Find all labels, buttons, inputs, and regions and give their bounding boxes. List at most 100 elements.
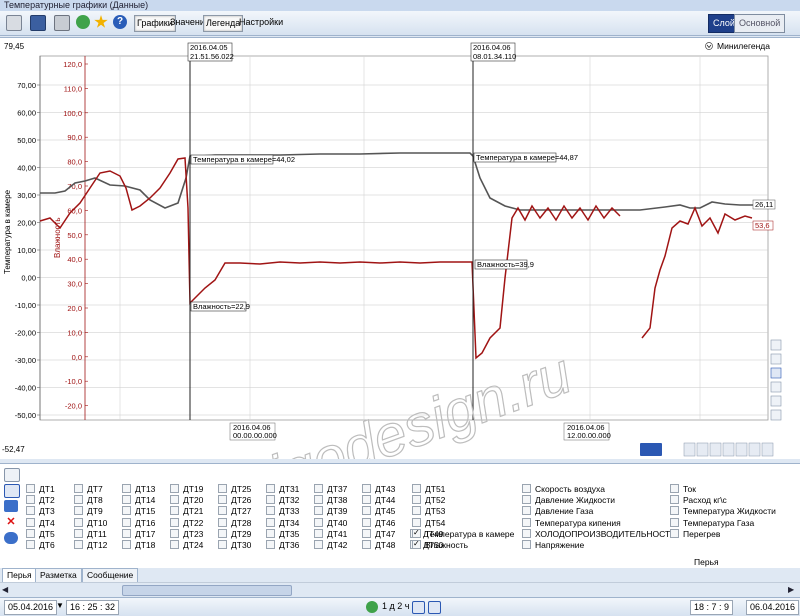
history-forward-icon[interactable] [428,601,441,614]
date-from-dropdown-icon[interactable]: ▼ [56,601,64,610]
checkbox-box[interactable] [122,506,131,516]
channel-checkbox[interactable]: ДТ22 [170,517,203,529]
channel-checkbox[interactable]: Влажность [412,538,468,551]
channel-checkbox[interactable]: ДТ47 [362,528,395,540]
tab-markup[interactable]: Разметка [35,568,82,583]
scroll-left-icon[interactable]: ◀ [2,586,10,594]
channel-checkbox[interactable]: Напряжение [522,540,584,551]
checkbox-box[interactable] [314,484,323,493]
zoom-in-small-icon[interactable] [735,442,748,457]
checkbox-box[interactable] [218,540,227,549]
scroll-right-icon[interactable]: ▶ [788,586,796,594]
prev-page-icon[interactable] [696,442,709,457]
checkbox-box[interactable] [412,506,421,516]
checkbox-box[interactable] [522,484,531,493]
channel-checkbox[interactable]: ДТ10 [74,517,107,529]
add-icon[interactable] [4,500,18,512]
channel-checkbox[interactable]: ДТ12 [74,540,107,551]
undo-zoom-icon[interactable] [709,442,722,457]
checkbox-box[interactable] [412,527,421,538]
channel-checkbox[interactable]: Расход кг\с [670,495,727,506]
channel-checkbox[interactable]: ДТ11 [74,528,107,540]
channel-checkbox[interactable]: ДТ39 [314,506,347,517]
checkbox-box[interactable] [218,517,227,527]
checkbox-box[interactable] [26,540,35,549]
minilegend-toggle-icon[interactable] [705,42,713,50]
checkbox-box[interactable] [122,495,131,505]
checkbox-box[interactable] [522,495,531,505]
checkbox-box[interactable] [362,528,371,538]
channel-checkbox[interactable]: ДТ15 [122,506,155,517]
checkbox-box[interactable] [170,540,179,549]
list-view-icon[interactable] [4,468,20,482]
zoom-fit-icon[interactable] [770,409,782,421]
channel-checkbox[interactable]: ДТ3 [26,506,55,517]
checkbox-box[interactable] [26,495,35,505]
channel-checkbox[interactable]: ХОЛОДОПРОИЗВОДИТЕЛЬНОСТЬ [522,528,676,540]
checkbox-box[interactable] [362,506,371,516]
checkbox-box[interactable] [362,484,371,493]
checkbox-box[interactable] [362,517,371,527]
channel-checkbox[interactable]: ДТ36 [266,540,299,551]
channel-checkbox[interactable]: ДТ46 [362,517,395,529]
info-icon[interactable] [4,532,18,544]
checkbox-box[interactable] [170,495,179,505]
zoom-out-small-icon[interactable] [748,442,761,457]
channel-checkbox[interactable]: ДТ6 [26,540,55,551]
checkbox-box[interactable] [74,495,83,505]
channel-checkbox[interactable]: ДТ26 [218,495,251,506]
zoom-in-icon[interactable] [770,381,782,393]
checkbox-box[interactable] [522,506,531,516]
channel-checkbox[interactable]: ДТ29 [218,528,251,540]
minilegend-label[interactable]: Минилегенда [717,41,770,51]
channel-checkbox[interactable]: Давление Жидкости [522,495,615,506]
channel-checkbox[interactable]: ДТ37 [314,484,347,495]
channel-checkbox[interactable]: Температура кипения [522,517,621,529]
checkbox-box[interactable] [26,528,35,538]
play-icon[interactable] [366,601,378,613]
checkbox-box[interactable] [74,528,83,538]
checkbox-box[interactable] [266,495,275,505]
channel-checkbox[interactable]: ДТ32 [266,495,299,506]
chart-view-icon[interactable] [6,15,22,31]
checkbox-box[interactable] [412,538,421,549]
channel-checkbox[interactable]: ДТ2 [26,495,55,506]
channel-checkbox[interactable]: ДТ25 [218,484,251,495]
star-icon[interactable] [94,15,108,28]
checkbox-box[interactable] [670,495,679,505]
channel-checkbox[interactable]: ДТ23 [170,528,203,540]
checkbox-box[interactable] [74,540,83,549]
checkbox-box[interactable] [170,484,179,493]
checkbox-box[interactable] [218,506,227,516]
search-icon[interactable] [761,442,774,457]
checkbox-box[interactable] [412,517,421,527]
channel-checkbox[interactable]: ДТ7 [74,484,103,495]
channel-checkbox[interactable]: Температура Газа [670,517,754,529]
history-back-icon[interactable] [412,601,425,614]
checkbox-box[interactable] [362,540,371,549]
checkbox-box[interactable] [314,506,323,516]
chart-area[interactable]: Минилегенда 79,45 -52,47 70,00 60,00 50,00… [0,37,800,570]
channel-checkbox[interactable]: ДТ53 [412,506,445,517]
checkbox-box[interactable] [412,495,421,505]
channel-checkbox[interactable]: Давление Газа [522,506,593,517]
checkbox-box[interactable] [412,484,421,493]
channel-checkbox[interactable]: ДТ40 [314,517,347,529]
checkbox-box[interactable] [314,528,323,538]
channel-checkbox[interactable]: ДТ5 [26,528,55,540]
checkbox-box[interactable] [170,517,179,527]
channel-checkbox[interactable]: ДТ38 [314,495,347,506]
checkbox-box[interactable] [362,495,371,505]
channel-checkbox[interactable]: ДТ1 [26,484,55,495]
checkbox-box[interactable] [74,484,83,493]
checkbox-box[interactable] [670,528,679,538]
checkbox-box[interactable] [266,484,275,493]
checkbox-box[interactable] [314,517,323,527]
channel-checkbox[interactable]: ДТ31 [266,484,299,495]
date-to-field[interactable]: 06.04.2016 [746,600,800,615]
channel-checkbox[interactable]: Ток [670,484,696,495]
channel-checkbox[interactable]: ДТ45 [362,506,395,517]
channel-checkbox[interactable]: ДТ20 [170,495,203,506]
checkbox-box[interactable] [218,528,227,538]
edit-pen-icon[interactable] [4,484,20,498]
